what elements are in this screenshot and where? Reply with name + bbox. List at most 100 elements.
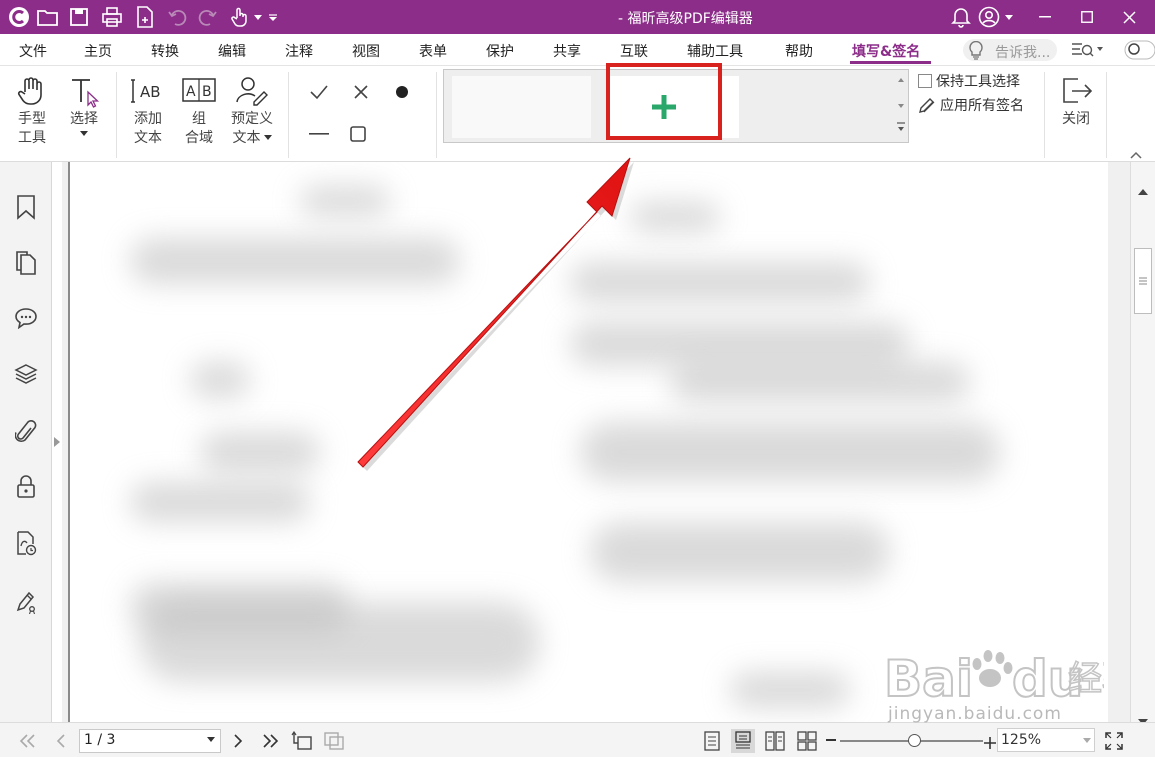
keep-tool-selected-option[interactable]: 保持工具选择 [918,71,1020,91]
customize-icon[interactable] [266,4,280,30]
hand-tool-button[interactable]: 手型 工具 [12,74,52,148]
maximize-icon[interactable] [1064,0,1110,34]
ribbon-separator [116,72,117,158]
dot-icon[interactable] [390,80,414,104]
collapse-ribbon-icon[interactable] [1130,144,1142,163]
security-icon[interactable] [12,473,40,501]
svg-text:B: B [202,84,212,100]
hand-cursor-icon[interactable] [228,4,254,30]
chevron-down-icon[interactable] [263,135,272,140]
menu-form[interactable]: 表单 [419,41,447,61]
hand-tool-label-1: 手型 [18,111,46,127]
select-text-icon [72,79,100,108]
close-label: 关闭 [1062,111,1090,127]
continuous-facing-view-icon[interactable] [795,729,819,753]
blurred-content [570,322,910,366]
new-file-icon[interactable] [132,4,158,30]
pages-icon[interactable] [12,249,40,277]
line-icon[interactable] [307,122,331,146]
svg-text:经验: 经验 [1068,659,1104,699]
scroll-down-icon [898,104,904,108]
page-number-field[interactable]: 1 / 3 [79,729,221,753]
facing-view-icon[interactable] [763,729,787,753]
cross-icon[interactable] [349,80,373,104]
close-fill-sign-button[interactable]: 关闭 [1055,74,1097,129]
exit-icon [1063,78,1093,103]
digital-signature-icon[interactable] [12,529,40,557]
user-account-icon[interactable] [976,4,1002,30]
blurred-content [580,422,1000,482]
chevron-down-icon[interactable] [207,737,215,742]
chevron-down-icon[interactable] [1083,738,1091,743]
comments-icon[interactable] [12,304,40,332]
menu-file[interactable]: 文件 [19,41,47,61]
scroll-up-icon [898,78,904,82]
signature-thumbnail[interactable] [452,76,591,138]
menu-accessibility[interactable]: 辅助工具 [687,41,743,61]
scroll-up-icon[interactable] [1138,180,1148,199]
first-page-icon[interactable] [16,729,40,753]
menu-home[interactable]: 主页 [84,41,112,61]
close-icon[interactable] [1106,0,1152,34]
gallery-scroll[interactable] [894,70,908,142]
expand-panel-icon[interactable] [52,432,62,452]
predefined-text-label-2-row: 文本 [226,129,278,148]
blurred-content [590,522,890,582]
zoom-level-field[interactable]: 125% [997,728,1095,752]
add-text-label-1: 添加 [134,111,162,127]
zoom-in-icon[interactable] [984,734,996,753]
sign-pen-icon[interactable] [12,587,40,615]
blurred-content [130,482,310,522]
scroll-thumb[interactable] [1134,248,1152,314]
menu-comment[interactable]: 注释 [285,41,313,61]
search-options-icon[interactable] [1071,41,1103,63]
fullscreen-icon[interactable] [1102,729,1126,753]
menu-edit[interactable]: 编辑 [218,41,246,61]
hand-tool-label-2: 工具 [18,130,46,146]
zoom-slider-thumb[interactable] [907,734,921,747]
apply-signature-icon [919,98,935,113]
keep-tool-selected-checkbox[interactable] [918,74,932,88]
bookmark-icon[interactable] [12,193,40,221]
layers-icon[interactable] [12,360,40,388]
rectangle-icon[interactable] [346,122,370,146]
next-view-icon[interactable] [322,729,346,753]
checkmark-icon[interactable] [307,80,331,104]
next-page-icon[interactable] [226,729,250,753]
previous-page-icon[interactable] [49,729,73,753]
apply-all-signatures-option[interactable]: 应用所有签名 [918,95,1024,115]
minimize-icon[interactable] [1022,0,1068,34]
add-text-button[interactable]: AB 添加 文本 [126,74,170,148]
menu-protect[interactable]: 保护 [486,41,514,61]
attachment-icon[interactable] [12,418,40,446]
vertical-scrollbar[interactable] [1130,162,1155,725]
single-page-view-icon[interactable] [700,729,724,753]
predefined-text-button[interactable]: 预定义 文本 [226,74,278,148]
select-tool-button[interactable]: 选择 [64,74,104,136]
undo-icon[interactable] [164,4,190,30]
chevron-down-icon[interactable] [1002,4,1016,30]
previous-view-icon[interactable] [290,729,314,753]
menu-fill-sign[interactable]: 填写&签名 [852,41,920,61]
menu-share[interactable]: 共享 [553,41,581,61]
blurred-content [670,362,970,402]
menu-convert[interactable]: 转换 [151,41,179,61]
app-logo-icon[interactable] [6,4,32,30]
save-icon[interactable] [66,4,92,30]
menu-connect[interactable]: 互联 [620,41,648,61]
combine-fields-button[interactable]: AB 组 合域 [178,74,220,148]
notification-bell-icon[interactable] [948,4,974,30]
svg-text:Bai: Bai [884,650,973,708]
continuous-view-icon[interactable] [731,729,755,753]
print-icon[interactable] [99,4,125,30]
last-page-icon[interactable] [258,729,282,753]
redo-icon[interactable] [195,4,221,30]
chevron-down-icon[interactable] [80,131,88,136]
zoom-out-icon[interactable] [826,739,836,741]
window-title: - 福昕高级PDF编辑器 [618,11,753,27]
menu-help[interactable]: 帮助 [785,41,813,61]
menu-view[interactable]: 视图 [352,41,380,61]
chevron-down-icon[interactable] [252,4,264,30]
search-icon[interactable] [1124,40,1155,64]
open-folder-icon[interactable] [35,4,61,30]
